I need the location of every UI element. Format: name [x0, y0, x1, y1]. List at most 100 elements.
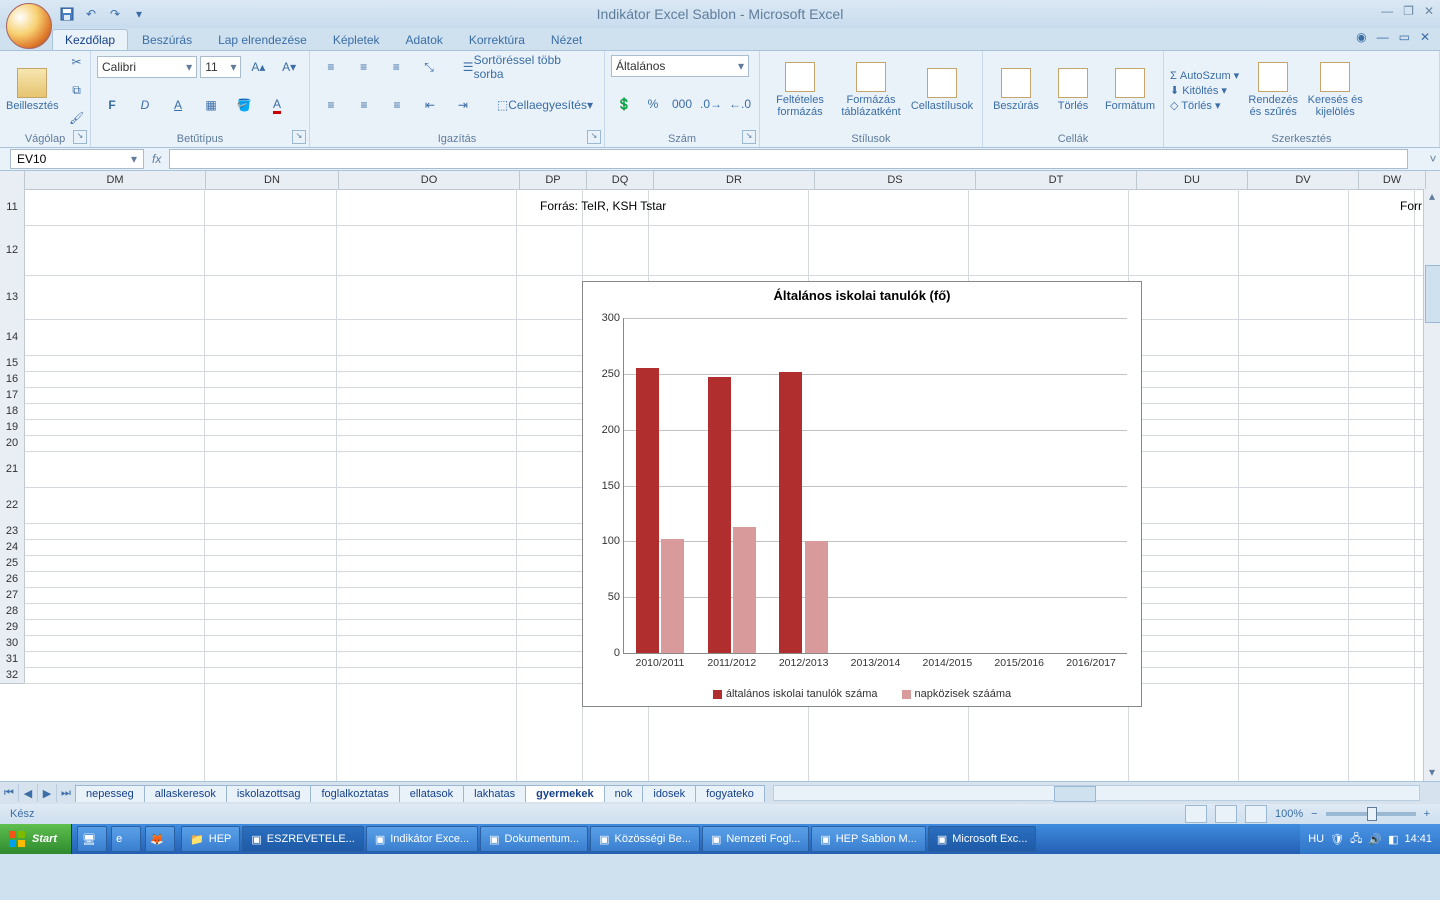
row-header-20[interactable]: 20 [0, 435, 25, 452]
find-select-button[interactable]: Keresés és kijelölés [1307, 62, 1363, 118]
ribbon-tab-lap-elrendezése[interactable]: Lap elrendezése [206, 30, 319, 50]
font-launcher-icon[interactable]: ↘ [292, 130, 306, 144]
align-right-icon[interactable]: ≡ [382, 93, 412, 117]
zoom-out-icon[interactable]: − [1311, 808, 1317, 820]
row-header-13[interactable]: 13 [0, 275, 25, 320]
sheet-tab-iskolazottsag[interactable]: iskolazottsag [226, 785, 312, 802]
row-header-28[interactable]: 28 [0, 603, 25, 620]
italic-button[interactable]: D [130, 93, 160, 117]
orientation-icon[interactable]: ⤡ [414, 55, 444, 79]
zoom-thumb[interactable] [1367, 807, 1377, 821]
tray-network-icon[interactable]: 🖧 [1350, 830, 1362, 849]
row-header-22[interactable]: 22 [0, 487, 25, 524]
col-header-DO[interactable]: DO [339, 171, 520, 189]
shrink-font-icon[interactable]: A▾ [275, 55, 303, 79]
currency-icon[interactable]: 💲 [611, 92, 637, 116]
view-layout-icon[interactable] [1215, 805, 1237, 823]
tab-nav-prev-icon[interactable]: ◀ [19, 784, 38, 802]
start-button[interactable]: Start [0, 824, 72, 854]
grow-font-icon[interactable]: A▴ [244, 55, 272, 79]
formula-expand-icon[interactable]: ˅ [1426, 152, 1440, 166]
col-header-DU[interactable]: DU [1137, 171, 1248, 189]
inc-decimal-icon[interactable]: .0→ [698, 92, 724, 116]
underline-button[interactable]: A [163, 93, 193, 117]
taskbar-item[interactable]: ▣Nemzeti Fogl... [702, 826, 809, 852]
col-header-DP[interactable]: DP [520, 171, 587, 189]
row-header-32[interactable]: 32 [0, 667, 25, 684]
indent-dec-icon[interactable]: ⇤ [415, 93, 445, 117]
row-header-23[interactable]: 23 [0, 523, 25, 540]
number-launcher-icon[interactable]: ↘ [742, 130, 756, 144]
taskbar-item[interactable]: ▣Indikátor Exce... [366, 826, 478, 852]
font-name-combo[interactable]: Calibri▾ [97, 56, 197, 78]
ribbon-tab-adatok[interactable]: Adatok [394, 30, 455, 50]
format-cells-button[interactable]: Formátum [1103, 68, 1157, 112]
col-header-DS[interactable]: DS [815, 171, 976, 189]
cell-styles-button[interactable]: Cellastílusok [914, 68, 970, 112]
scroll-thumb[interactable] [1425, 265, 1440, 323]
view-break-icon[interactable] [1245, 805, 1267, 823]
row-header-18[interactable]: 18 [0, 403, 25, 420]
paste-button[interactable]: Beillesztés [6, 68, 59, 112]
tab-nav-next-icon[interactable]: ▶ [38, 784, 57, 802]
format-table-button[interactable]: Formázás táblázatként [843, 62, 899, 118]
taskbar-item[interactable]: 📁HEP [181, 826, 240, 852]
taskbar-item[interactable]: ▣Dokumentum... [480, 826, 588, 852]
row-header-24[interactable]: 24 [0, 539, 25, 556]
sheet-tab-fogyateko[interactable]: fogyateko [695, 785, 765, 802]
format-painter-icon[interactable]: 🖌 [62, 106, 92, 130]
font-color-icon[interactable]: A [262, 93, 292, 117]
help-icon[interactable]: ◉ [1356, 30, 1366, 44]
sheet-tab-gyermekek[interactable]: gyermekek [525, 785, 605, 802]
align-left-icon[interactable]: ≡ [316, 93, 346, 117]
bold-button[interactable]: F [97, 93, 127, 117]
embedded-chart[interactable]: Általános iskolai tanulók (fő) 050100150… [582, 281, 1142, 707]
fill-color-icon[interactable]: 🪣 [229, 93, 259, 117]
taskbar-item[interactable]: ▣Microsoft Exc... [928, 826, 1037, 852]
worksheet[interactable]: DMDNDODPDQDRDSDTDUDVDW 11121314151617181… [0, 171, 1440, 781]
ribbon-tab-korrektúra[interactable]: Korrektúra [457, 30, 537, 50]
sheet-tab-nok[interactable]: nok [604, 785, 644, 802]
row-header-19[interactable]: 19 [0, 419, 25, 436]
ribbon-restore-icon[interactable]: ▭ [1399, 30, 1410, 44]
row-header-27[interactable]: 27 [0, 587, 25, 604]
col-header-DR[interactable]: DR [654, 171, 815, 189]
row-header-14[interactable]: 14 [0, 319, 25, 356]
tab-nav-last-icon[interactable]: ⏭ [57, 784, 76, 802]
office-button[interactable] [6, 3, 52, 49]
col-header-DV[interactable]: DV [1248, 171, 1359, 189]
ql-firefox-icon[interactable]: 🦊 [145, 826, 175, 852]
comma-icon[interactable]: 000 [669, 92, 695, 116]
horizontal-scrollbar[interactable] [773, 785, 1420, 801]
zoom-slider[interactable] [1326, 812, 1416, 816]
select-all-corner[interactable] [0, 171, 25, 189]
conditional-format-button[interactable]: Feltételes formázás [772, 62, 828, 118]
row-header-25[interactable]: 25 [0, 555, 25, 572]
border-icon[interactable]: ▦ [196, 93, 226, 117]
align-center-icon[interactable]: ≡ [349, 93, 379, 117]
scroll-up-icon[interactable]: ▴ [1424, 189, 1440, 205]
sheet-tab-lakhatas[interactable]: lakhatas [463, 785, 526, 802]
dec-decimal-icon[interactable]: ←.0 [727, 92, 753, 116]
fx-icon[interactable]: fx [152, 152, 161, 166]
sheet-tab-foglalkoztatas[interactable]: foglalkoztatas [310, 785, 399, 802]
ql-ie-icon[interactable]: e [111, 826, 141, 852]
qat-redo-icon[interactable]: ↷ [106, 5, 124, 23]
cut-icon[interactable]: ✂ [62, 50, 92, 74]
delete-cells-button[interactable]: Törlés [1046, 68, 1100, 112]
sheet-tab-ellatasok[interactable]: ellatasok [399, 785, 464, 802]
percent-icon[interactable]: % [640, 92, 666, 116]
close-icon[interactable]: ✕ [1424, 4, 1434, 18]
row-header-11[interactable]: 11 [0, 189, 25, 226]
ribbon-close-icon[interactable]: ✕ [1420, 30, 1430, 44]
align-bottom-icon[interactable]: ≡ [381, 55, 411, 79]
col-header-DT[interactable]: DT [976, 171, 1137, 189]
merge-button[interactable]: ⬚ Cellaegyesítés ▾ [492, 93, 598, 117]
ribbon-tab-beszúrás[interactable]: Beszúrás [130, 30, 204, 50]
row-header-21[interactable]: 21 [0, 451, 25, 488]
row-header-15[interactable]: 15 [0, 355, 25, 372]
font-size-combo[interactable]: 11▾ [200, 56, 241, 78]
formula-input[interactable] [169, 149, 1408, 169]
taskbar-item[interactable]: ▣Közösségi Be... [590, 826, 700, 852]
ribbon-min-icon[interactable]: — [1377, 30, 1389, 44]
